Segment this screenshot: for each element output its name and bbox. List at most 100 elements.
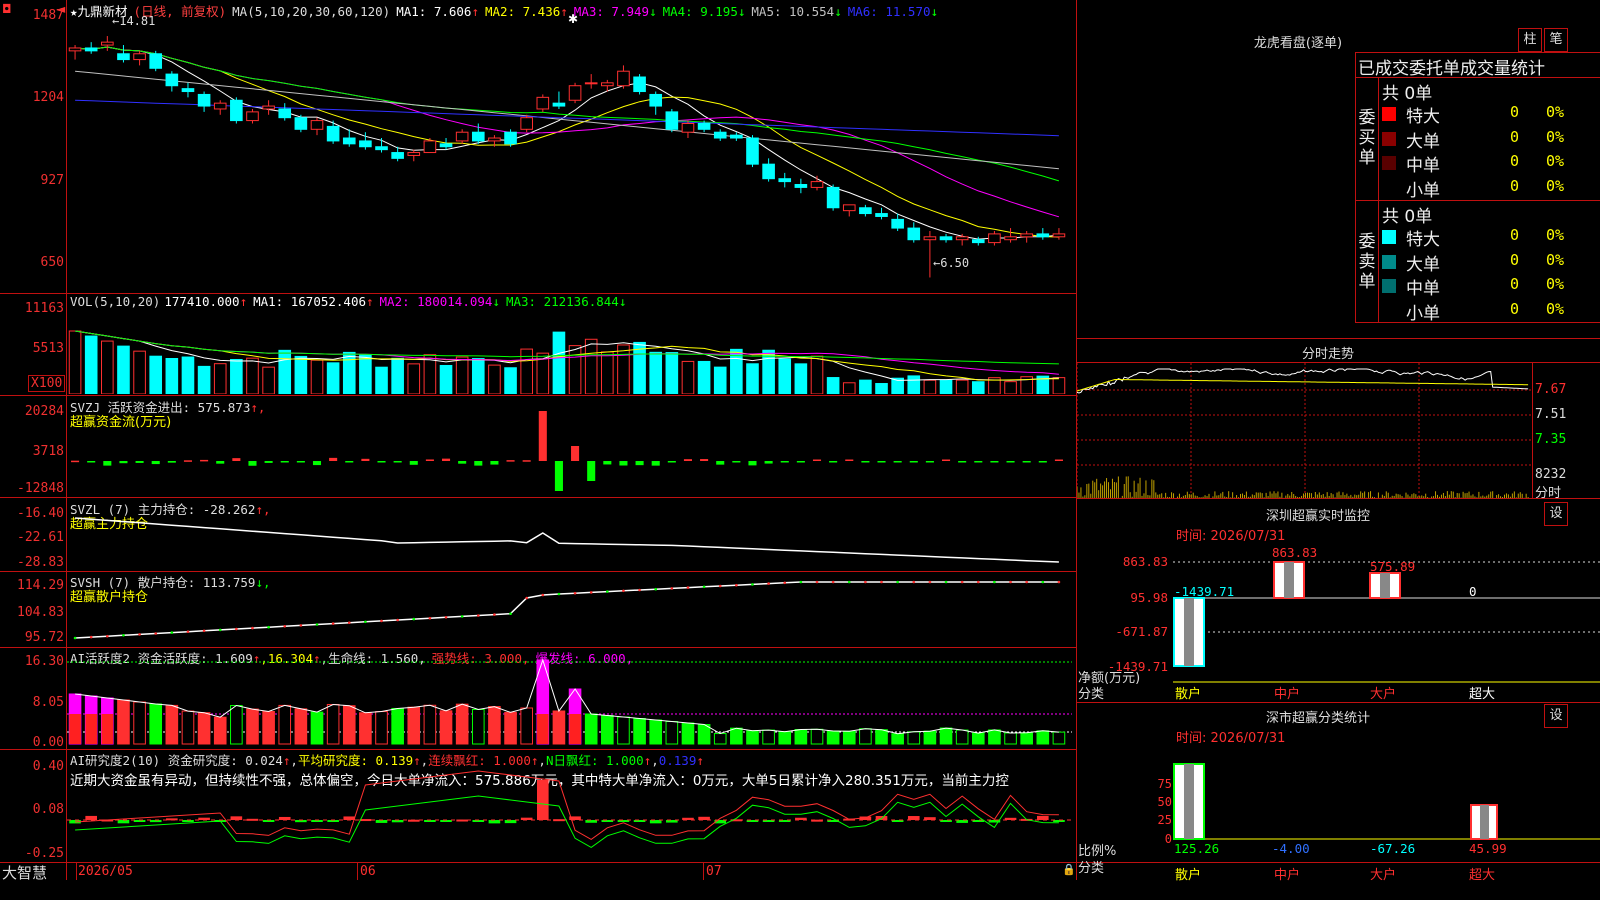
ai-research-axis-1: 0.40 <box>32 759 64 774</box>
research-bar <box>649 820 662 824</box>
svzj-bar <box>619 461 628 466</box>
active-bar <box>778 731 792 745</box>
sz-stats-chart[interactable]: 75 50 25 0125.26 -4.00 -67.26 45.99 <box>1077 744 1600 900</box>
svzj-bar <box>780 461 789 463</box>
svsh-dot <box>606 590 609 593</box>
volume-chart[interactable] <box>67 310 1076 394</box>
volume-bar <box>923 379 937 394</box>
active-bar <box>165 704 179 745</box>
lock-icon[interactable]: 🔒 <box>1062 863 1076 876</box>
svsh-axis-1: 114.29 <box>17 578 64 593</box>
volume-bar <box>778 358 792 394</box>
svzl-chart[interactable] <box>67 498 1076 570</box>
sell-color-swatch <box>1382 230 1396 244</box>
sz-monitor-value-label: -1439.71 <box>1174 584 1234 599</box>
vol-unit: X100 <box>28 375 66 392</box>
volume-bar <box>407 363 421 394</box>
lhkp-title: 龙虎看盘(逐单) <box>1253 36 1343 51</box>
active-bar <box>504 711 517 745</box>
sz-stats-axis-label: 75 <box>1158 777 1172 791</box>
svzj-bar <box>183 460 192 462</box>
intraday-chart[interactable] <box>1077 363 1533 498</box>
active-bar <box>649 719 663 745</box>
svzj-bar <box>248 461 257 466</box>
svzj-bar <box>393 461 402 463</box>
svsh-dot <box>73 636 77 640</box>
ai-research-chart[interactable] <box>67 750 1076 862</box>
volume-bar <box>552 331 566 394</box>
ma-line-4 <box>75 46 1060 182</box>
candle <box>955 236 969 241</box>
svzj-bar <box>748 461 757 466</box>
volume-bar <box>310 359 324 394</box>
research-bar <box>85 815 97 820</box>
ai-active-chart[interactable] <box>67 648 1076 748</box>
active-bar <box>826 730 840 745</box>
candle <box>665 111 679 130</box>
svzl-axis-1: -16.40 <box>17 506 64 521</box>
volume-bar <box>713 366 727 394</box>
buy-row-name: 中单 <box>1406 156 1440 176</box>
sz-stats-value-label: -4.00 <box>1272 841 1310 856</box>
sz-stats-value-label: -67.26 <box>1370 841 1415 856</box>
ma-line-2 <box>75 46 1059 238</box>
date-label-3: 07 <box>706 864 722 879</box>
candle <box>101 41 114 46</box>
buy-row-count: 0 <box>1510 103 1520 121</box>
candlestick-chart[interactable] <box>67 16 1076 292</box>
active-bar <box>552 710 566 745</box>
svzj-bar <box>409 461 418 465</box>
candle <box>568 85 582 101</box>
svzj-bar <box>942 459 951 461</box>
svzj-bar <box>1022 461 1031 463</box>
sz-stats-value-label: 125.26 <box>1174 841 1219 856</box>
candle <box>68 47 82 52</box>
candle <box>84 47 98 52</box>
svsh-dot <box>525 596 528 600</box>
tick-mode-button[interactable]: 笔 <box>1544 28 1568 52</box>
volume-bar <box>294 355 308 394</box>
svsh-dot <box>686 586 690 589</box>
brand-label: 大智慧 <box>2 864 48 882</box>
candle <box>762 163 775 180</box>
volume-bar <box>230 358 243 394</box>
vol-legend: VOL(5,10,20) 177410.000↑ MA1: 167052.406↑ M… <box>70 294 627 309</box>
sz-monitor-settings-button[interactable]: 设 <box>1544 502 1568 526</box>
buy-color-swatch <box>1382 180 1396 195</box>
svsh-dot <box>106 634 109 638</box>
volume-bar <box>826 377 840 394</box>
active-bar <box>197 712 211 745</box>
candle <box>213 102 227 110</box>
svzj-bar <box>312 461 322 466</box>
sell-row-name: 小单 <box>1406 303 1440 324</box>
sz-stats-axis-label: 0 <box>1165 832 1172 846</box>
candle <box>181 88 195 93</box>
active-bar <box>359 712 372 745</box>
svzj-bar <box>796 461 805 463</box>
active-bar <box>939 727 953 745</box>
sz-stats-settings-button[interactable]: 设 <box>1544 704 1568 728</box>
sz-monitor-chart[interactable]: 863.8395.98-671.87-1439.71-1439.71863.83… <box>1077 540 1600 700</box>
candle <box>262 105 275 110</box>
volume-bar <box>262 366 275 394</box>
active-bar <box>294 708 308 745</box>
svzj-bar <box>216 461 225 464</box>
fenshi-vol-label: 8232 <box>1535 467 1567 482</box>
svsh-dot <box>557 592 561 596</box>
svsh-chart[interactable] <box>67 572 1076 646</box>
volume-bar <box>584 338 598 394</box>
svsh-dot <box>541 593 545 597</box>
volume-bar <box>810 355 824 394</box>
svzj-bar <box>812 459 822 461</box>
low-price-label: ←6.50 <box>933 256 970 270</box>
sz-monitor-category: 大户 <box>1370 687 1397 702</box>
active-bar <box>681 722 695 745</box>
candle <box>842 204 856 212</box>
svsh-dot <box>928 580 932 584</box>
svzj-bar <box>425 459 434 461</box>
research-bar <box>488 820 501 824</box>
svzj-chart[interactable] <box>67 398 1076 496</box>
active-bar <box>988 729 1001 745</box>
bar-mode-button[interactable]: 柱 <box>1518 28 1542 52</box>
active-bar <box>133 701 146 745</box>
